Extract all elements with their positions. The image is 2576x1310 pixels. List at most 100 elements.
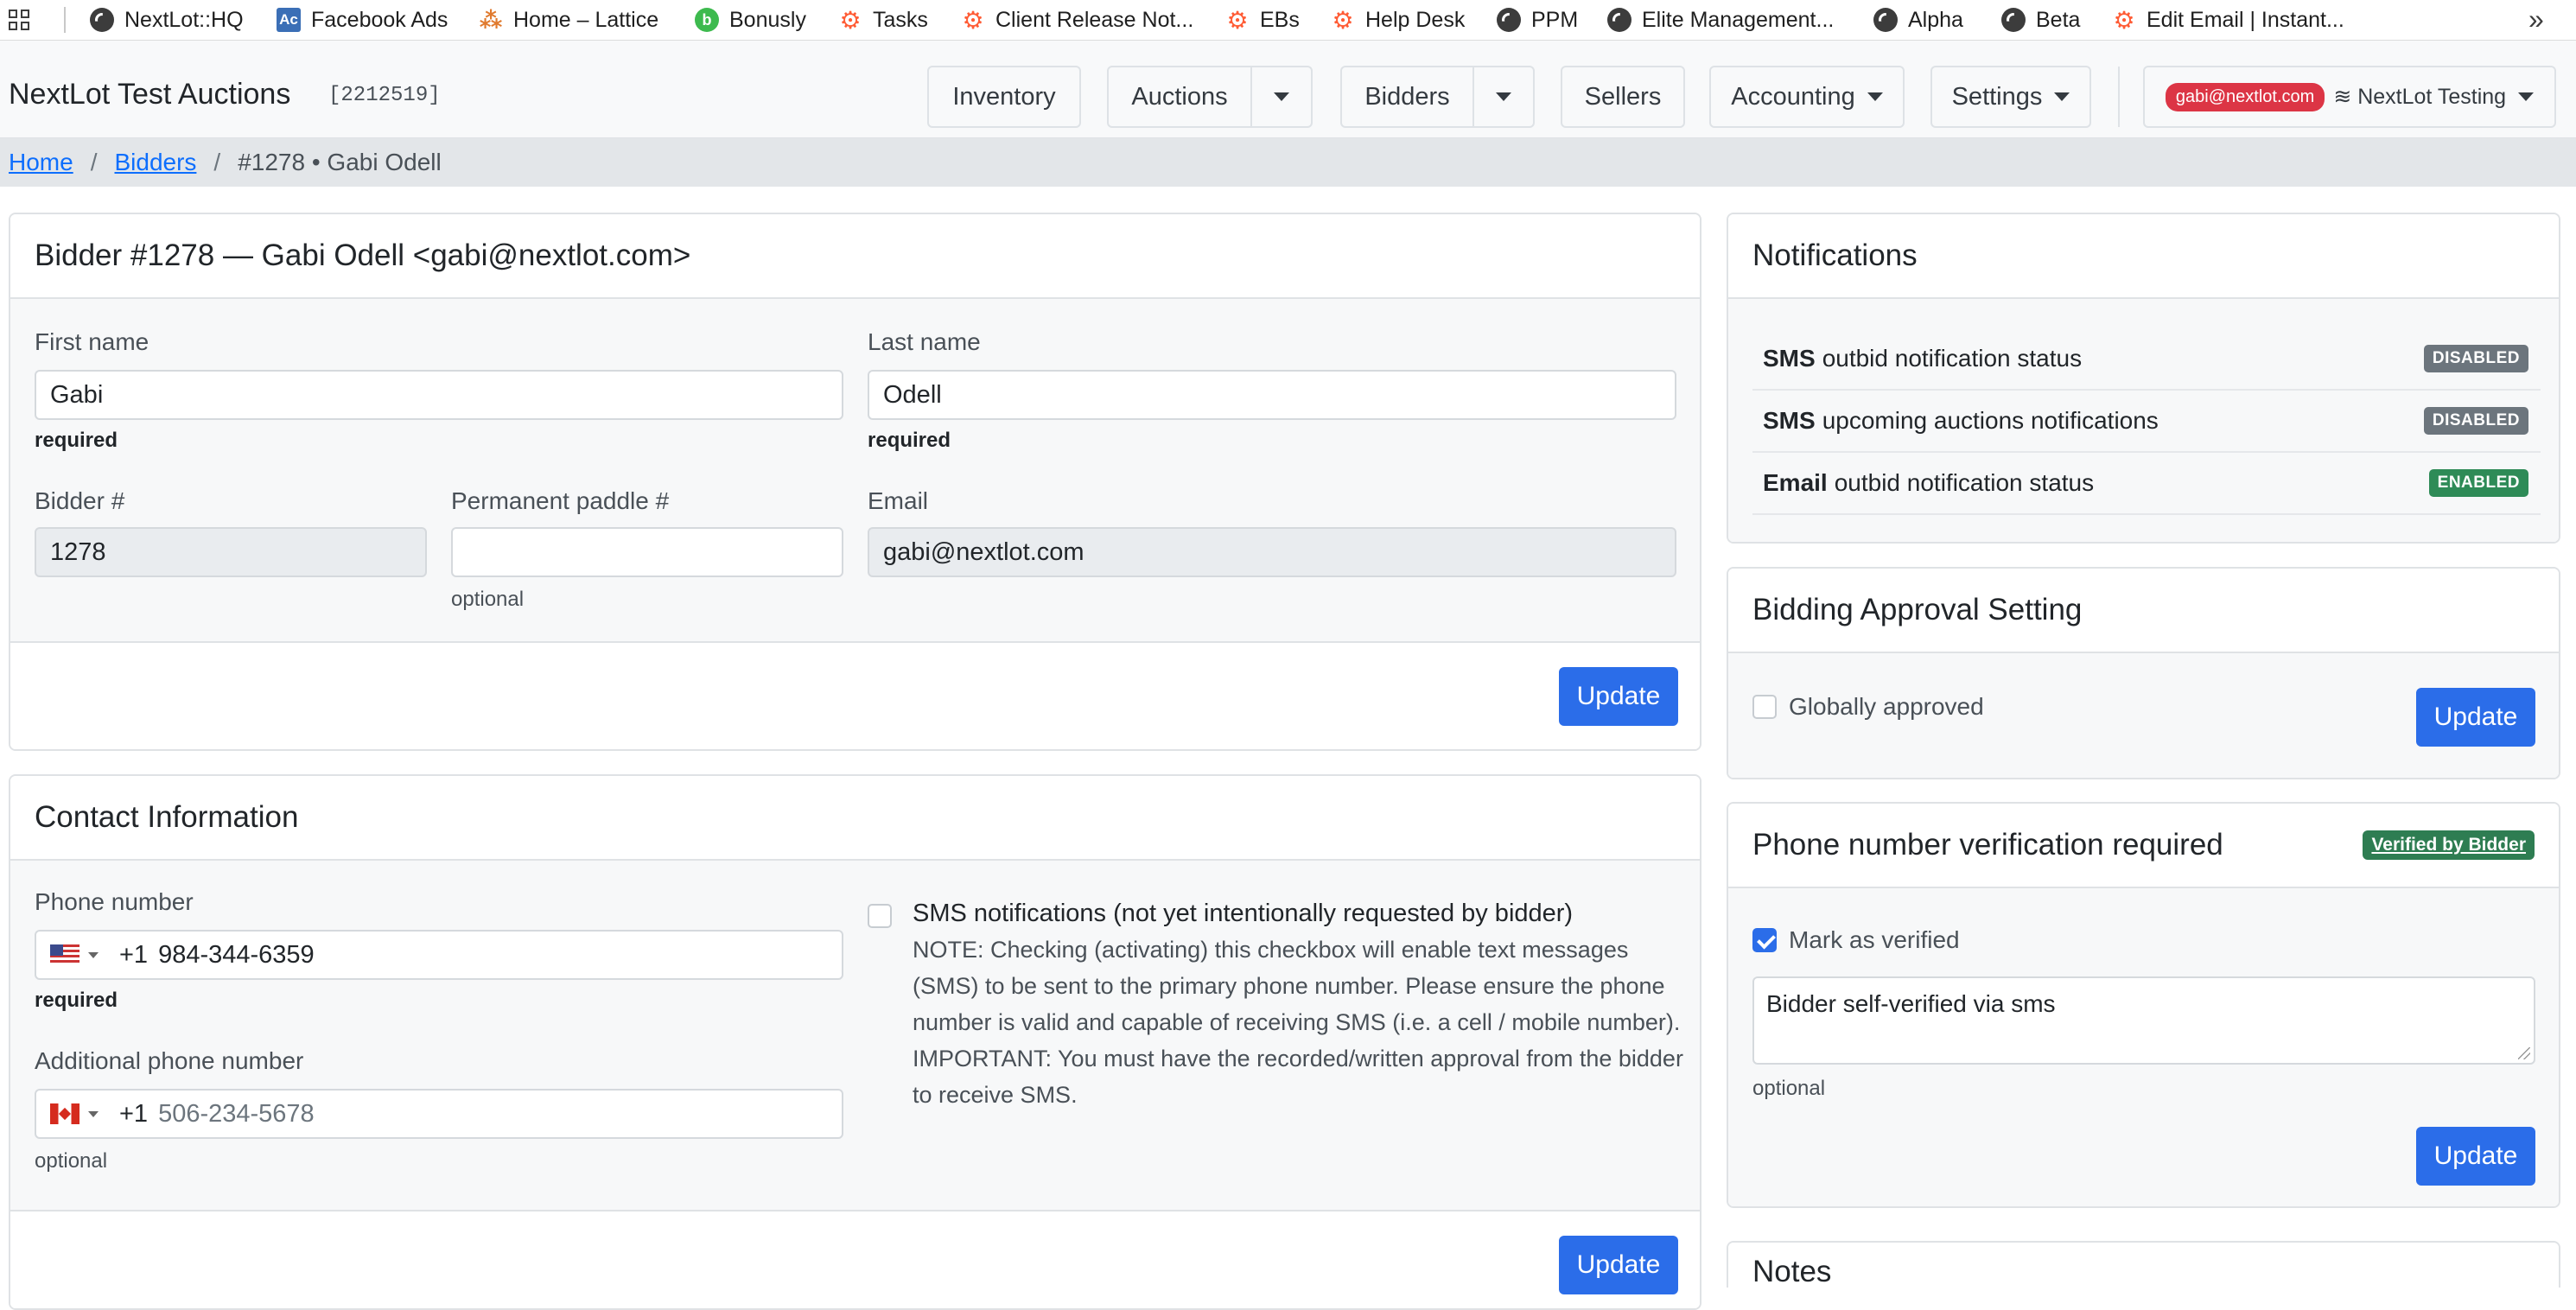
phone-label: Phone number <box>35 888 194 915</box>
nav-sellers-button[interactable]: Sellers <box>1561 66 1685 128</box>
contact-update-button[interactable]: Update <box>1559 1236 1678 1294</box>
phone-verification-card-body: Mark as verified Bidder self-verified vi… <box>1728 888 2559 1206</box>
bookmark-ebs[interactable]: ⚙ EBs <box>1225 0 1300 40</box>
nav-auctions-label: Auctions <box>1131 82 1228 111</box>
caret-down-icon[interactable] <box>88 1110 99 1117</box>
bidder-number-value: 1278 <box>50 537 106 566</box>
notification-text: upcoming auctions notifications <box>1822 407 2159 434</box>
email-value: gabi@nextlot.com <box>883 537 1084 566</box>
bookmark-bonusly[interactable]: b Bonusly <box>695 0 806 40</box>
phone-verification-card-title: Phone number verification required <box>1752 828 2223 862</box>
verification-note-textarea[interactable]: Bidder self-verified via sms <box>1752 976 2535 1065</box>
user-email-badge: gabi@nextlot.com <box>2165 82 2325 111</box>
apps-grid-icon[interactable] <box>9 10 31 32</box>
bookmark-elite-management[interactable]: Elite Management... <box>1607 0 1834 40</box>
bidders-dropdown-toggle[interactable] <box>1472 66 1535 128</box>
nav-settings-label: Settings <box>1951 82 2043 111</box>
ac-icon: Ac <box>277 8 301 32</box>
breadcrumb-home-link[interactable]: Home <box>9 149 73 176</box>
bidder-update-button[interactable]: Update <box>1559 667 1678 726</box>
bookmark-label: Beta <box>2036 7 2081 32</box>
sms-notifications-label[interactable]: SMS notifications (not yet intentionally… <box>913 895 1690 932</box>
brand-title[interactable]: NextLot Test Auctions <box>9 78 290 111</box>
bookmark-nextlot-hq[interactable]: NextLot::HQ <box>90 0 244 40</box>
nav-bidders-button[interactable]: Bidders <box>1340 66 1474 128</box>
mark-verified-label[interactable]: Mark as verified <box>1789 926 1960 954</box>
ca-flag-icon[interactable] <box>50 1103 80 1124</box>
notifications-card-body: SMS outbid notification status DISABLED … <box>1728 299 2559 542</box>
additional-phone-placeholder: 506-234-5678 <box>158 1099 315 1128</box>
last-name-input[interactable]: Odell <box>868 370 1676 420</box>
sms-notifications-checkbox[interactable] <box>868 904 892 928</box>
first-name-value: Gabi <box>50 380 104 409</box>
bidding-approval-card-body: Globally approved Update <box>1728 653 2559 778</box>
user-account-dropdown[interactable]: gabi@nextlot.com ≋ NextLot Testing <box>2143 66 2556 128</box>
bookmark-label: Edit Email | Instant... <box>2147 7 2344 32</box>
phone-value: 984-344-6359 <box>158 940 315 969</box>
bookmark-edit-email[interactable]: ⚙ Edit Email | Instant... <box>2112 0 2344 40</box>
phone-verification-card: Phone number verification required Verif… <box>1727 802 2560 1208</box>
notifications-card-title: Notifications <box>1728 214 2559 299</box>
nav-accounting-dropdown[interactable]: Accounting <box>1709 66 1905 128</box>
notification-channel: Email <box>1763 469 1828 496</box>
bookmark-label: Bonusly <box>729 7 806 32</box>
breadcrumb: Home / Bidders / #1278 • Gabi Odell <box>0 138 2576 187</box>
phone-verification-card-header: Phone number verification required Verif… <box>1728 804 2559 888</box>
bookmark-beta[interactable]: Beta <box>2001 0 2080 40</box>
bookmark-tasks[interactable]: ⚙ Tasks <box>838 0 927 40</box>
bookmark-client-release[interactable]: ⚙ Client Release Not... <box>961 0 1193 40</box>
last-name-label: Last name <box>868 328 981 355</box>
bidder-card-footer: Update <box>10 641 1700 749</box>
breadcrumb-bidders-link[interactable]: Bidders <box>114 149 196 176</box>
bookmark-facebook-ads[interactable]: Ac Facebook Ads <box>277 0 448 40</box>
globally-approved-label[interactable]: Globally approved <box>1789 693 1984 721</box>
caret-down-icon <box>1867 92 1883 101</box>
notifications-card: Notifications SMS outbid notification st… <box>1727 213 2560 544</box>
notes-card-title: Notes <box>1728 1243 2559 1288</box>
notification-row-sms-outbid: SMS outbid notification status DISABLED <box>1752 328 2541 391</box>
status-badge: DISABLED <box>2423 345 2528 372</box>
globally-approved-checkbox[interactable] <box>1752 695 1777 719</box>
nav-inventory-button[interactable]: Inventory <box>927 66 1081 128</box>
breadcrumb-current: #1278 • Gabi Odell <box>238 149 442 175</box>
bidder-number-label: Bidder # <box>35 487 125 514</box>
last-name-value: Odell <box>883 380 942 409</box>
bookmark-label: PPM <box>1531 7 1579 32</box>
first-name-required-hint: required <box>35 429 118 452</box>
additional-phone-optional-hint: optional <box>35 1149 108 1173</box>
bookmark-help-desk[interactable]: ⚙ Help Desk <box>1331 0 1465 40</box>
auctions-dropdown-toggle[interactable] <box>1250 66 1313 128</box>
us-flag-icon[interactable] <box>50 944 80 965</box>
verified-by-bidder-badge[interactable]: Verified by Bidder <box>2363 830 2535 860</box>
sms-notifications-text: SMS notifications (not yet intentionally… <box>913 895 1690 1113</box>
phone-input[interactable]: +1 984-344-6359 <box>35 930 843 980</box>
status-badge: DISABLED <box>2423 407 2528 435</box>
top-navbar: NextLot Test Auctions [2212519] Inventor… <box>0 41 2576 138</box>
bookmark-lattice[interactable]: ⁂ Home – Lattice <box>479 0 658 40</box>
approval-update-button[interactable]: Update <box>2416 688 2535 747</box>
verification-update-button[interactable]: Update <box>2416 1127 2535 1186</box>
hubspot-icon: ⚙ <box>962 6 984 34</box>
chevron-double-right-icon[interactable]: » <box>2528 3 2544 35</box>
nav-auctions-button[interactable]: Auctions <box>1107 66 1252 128</box>
account-id: [2212519] <box>328 84 441 107</box>
bidder-card-body: First name Gabi required Last name Odell… <box>10 299 1700 641</box>
nav-settings-dropdown[interactable]: Settings <box>1930 66 2091 128</box>
bookmark-label: NextLot::HQ <box>124 7 244 32</box>
contact-card: Contact Information Phone number +1 984-… <box>9 774 1701 1310</box>
globe-icon <box>90 8 114 32</box>
caret-down-icon[interactable] <box>88 951 99 958</box>
additional-phone-input[interactable]: +1 506-234-5678 <box>35 1089 843 1139</box>
bookmark-alpha[interactable]: Alpha <box>1873 0 1963 40</box>
paddle-input[interactable] <box>451 527 843 577</box>
contact-card-title: Contact Information <box>10 776 1700 861</box>
nav-divider <box>2118 67 2120 127</box>
bookmark-ppm[interactable]: PPM <box>1497 0 1578 40</box>
bookmark-label: EBs <box>1260 7 1300 32</box>
nav-inventory-label: Inventory <box>952 82 1056 111</box>
tenant-name: ≋ NextLot Testing <box>2333 85 2507 109</box>
notes-card: Notes <box>1727 1241 2560 1288</box>
first-name-input[interactable]: Gabi <box>35 370 843 420</box>
resize-grip-icon[interactable] <box>2518 1047 2530 1059</box>
mark-verified-checkbox[interactable] <box>1752 928 1777 952</box>
